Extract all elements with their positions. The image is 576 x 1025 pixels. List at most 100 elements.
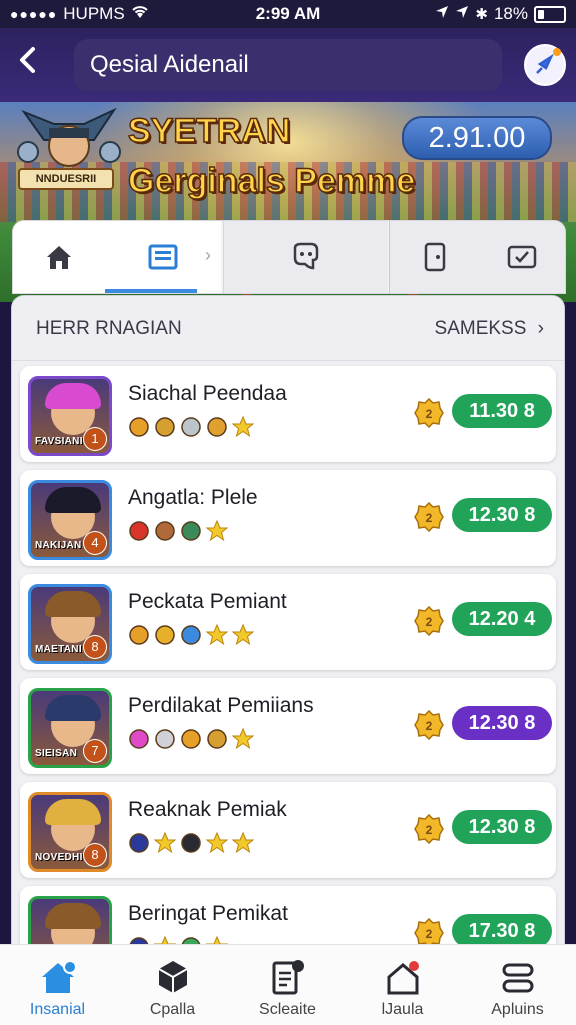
player-row[interactable]: SIEISAN 7 Perdilakat Pemiians 2 12.30 8	[20, 678, 556, 774]
back-button[interactable]	[14, 46, 42, 82]
player-name: Perdilakat Pemiians	[128, 694, 314, 717]
menu-icon	[502, 963, 534, 993]
badge-icon	[128, 624, 150, 646]
nav-item-cpalla[interactable]: Cpalla	[115, 945, 230, 1025]
bottom-nav: Insanial Cpalla Scleaite lJaula Apluins	[0, 944, 576, 1025]
player-name: Angatla: Plele	[128, 486, 258, 509]
avatar-rank-badge: 4	[83, 531, 107, 555]
house-alert-icon	[387, 961, 419, 995]
chevron-right-icon: ›	[205, 245, 211, 265]
badge-icon	[180, 728, 202, 750]
avatar-rank-badge: 8	[83, 635, 107, 659]
player-badges	[128, 416, 254, 438]
player-avatar: FAVSIANI 1	[28, 376, 112, 456]
chevron-left-icon	[20, 47, 35, 73]
tab-check[interactable]	[479, 221, 565, 293]
avatar-hair	[45, 591, 101, 617]
player-row[interactable]: FAVSIANI 1 Siachal Peendaa 2 11.30 8	[20, 366, 556, 462]
avatar-label: SIEISAN	[35, 748, 78, 759]
tab-home[interactable]	[13, 221, 105, 293]
location-icon-2	[455, 4, 469, 24]
badge-icon	[128, 832, 150, 854]
ranking-panel: HERR RNAGIAN SAMEKSS › FAVSIANI 1 Siachal …	[12, 296, 564, 956]
player-avatar: MAETANI 8	[28, 584, 112, 664]
nav-item-home[interactable]: Insanial	[0, 945, 115, 1025]
player-name: Reaknak Pemiak	[128, 798, 287, 821]
chevron-right-icon: ›	[537, 318, 544, 339]
battery-percent: 18%	[493, 4, 528, 23]
svg-text:2: 2	[426, 407, 433, 421]
nav-item-apluins[interactable]: Apluins	[460, 945, 575, 1025]
avatar-hair	[45, 903, 101, 929]
nav-item-scleaite[interactable]: Scleaite	[230, 945, 345, 1025]
hero-avatar-label: NNDUESRII	[18, 168, 114, 190]
coin-icon: 2	[414, 709, 444, 741]
avatar-rank-badge: 8	[83, 843, 107, 867]
box-icon	[158, 961, 188, 993]
nav-label: Scleaite	[259, 1001, 316, 1018]
badge-icon	[128, 728, 150, 750]
badge-icon	[180, 624, 202, 646]
badge-icon	[180, 416, 202, 438]
battery-icon	[534, 5, 566, 23]
player-row[interactable]: NOVEDHI 8 Reaknak Pemiak 2 12.30 8	[20, 782, 556, 878]
badge-icon	[154, 728, 176, 750]
see-all-link[interactable]: SAMEKSS ›	[435, 318, 544, 340]
hero-score: 2.91.00	[402, 116, 552, 160]
player-avatar: NOVEDHI 8	[28, 792, 112, 872]
badge-icon	[206, 728, 228, 750]
svg-text:2: 2	[426, 615, 433, 629]
star-icon	[232, 832, 254, 854]
star-icon	[232, 728, 254, 750]
tab-news[interactable]: ›	[105, 221, 221, 293]
svg-text:2: 2	[426, 823, 433, 837]
svg-text:2: 2	[426, 511, 433, 525]
status-bar: ●●●●● HUPMS 2:99 AM ✱ 18%	[0, 0, 576, 28]
section-header: HERR RNAGIAN SAMEKSS ›	[12, 296, 564, 361]
app-header: Qesial Aidenail	[0, 28, 576, 102]
page-title: Qesial Aidenail	[74, 39, 502, 91]
avatar-hair	[45, 799, 101, 825]
star-icon	[232, 624, 254, 646]
badge-icon	[180, 832, 202, 854]
badge-icon	[154, 520, 176, 542]
score-pill: 12.30 8	[452, 498, 552, 532]
section-title: HERR RNAGIAN	[36, 318, 182, 339]
nav-label: Apluins	[491, 1001, 544, 1018]
coin-icon: 2	[414, 605, 444, 637]
notification-button[interactable]	[524, 44, 566, 86]
score-pill: 12.30 8	[452, 810, 552, 844]
nav-item-ljaula[interactable]: lJaula	[345, 945, 460, 1025]
tab-social[interactable]	[223, 221, 388, 293]
player-avatar: NAKIJAN 4	[28, 480, 112, 560]
avatar-rank-badge: 1	[83, 427, 107, 451]
avatar-label: MAETANI	[35, 644, 82, 655]
star-icon	[232, 416, 254, 438]
tab-bar: ›	[12, 220, 566, 294]
player-badges	[128, 624, 254, 646]
phone-icon	[424, 242, 446, 272]
score-pill: 17.30 8	[452, 914, 552, 948]
avatar-label: NAKIJAN	[35, 540, 82, 551]
coin-icon: 2	[414, 501, 444, 533]
player-avatar: SIEISAN 7	[28, 688, 112, 768]
bluetooth-icon: ✱	[475, 6, 488, 23]
svg-text:2: 2	[426, 719, 433, 733]
score-pill: 12.20 4	[452, 602, 552, 636]
player-badges	[128, 520, 228, 542]
coin-icon: 2	[414, 397, 444, 429]
player-row[interactable]: MAETANI 8 Peckata Pemiant 2 12.20 4	[20, 574, 556, 670]
badge-icon	[128, 416, 150, 438]
badge-icon	[180, 520, 202, 542]
avatar-hair	[45, 487, 101, 513]
svg-text:2: 2	[426, 927, 433, 941]
player-name: Beringat Pemikat	[128, 902, 288, 925]
tab-phone[interactable]	[389, 221, 480, 293]
badge-icon	[154, 624, 176, 646]
nav-label: lJaula	[381, 1001, 424, 1018]
avatar-hair	[45, 695, 101, 721]
avatar-label: FAVSIANI	[35, 436, 83, 447]
player-row[interactable]: NAKIJAN 4 Angatla: Plele 2 12.30 8	[20, 470, 556, 566]
star-icon	[154, 832, 176, 854]
rocket-icon	[536, 54, 554, 74]
